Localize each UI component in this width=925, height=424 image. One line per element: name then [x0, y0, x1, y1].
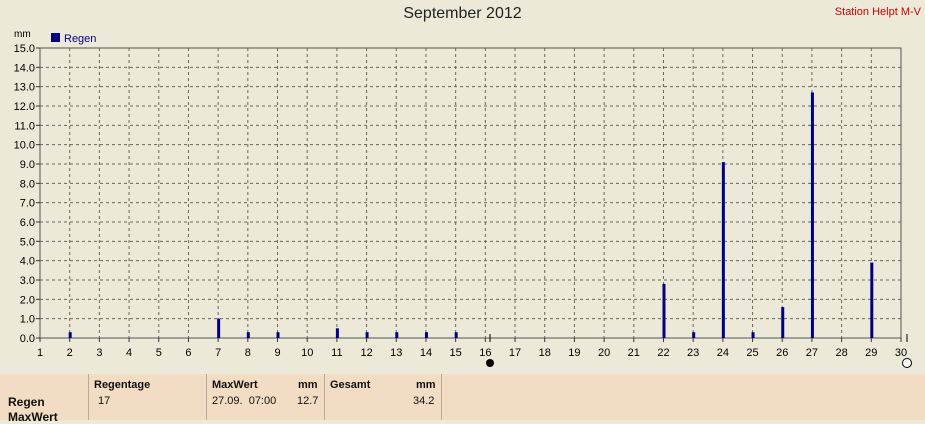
x-tick-label: 3 [96, 347, 102, 359]
y-tick-label: 9.0 [20, 159, 35, 171]
rain-bar [781, 307, 785, 338]
x-tick-label: 5 [156, 347, 162, 359]
row-label-regen: Regen [8, 395, 45, 409]
y-tick-label: 2.0 [20, 294, 35, 306]
x-tick-label: 24 [717, 347, 729, 359]
x-tick-label: 19 [568, 347, 580, 359]
row-label-maxwert: MaxWert [8, 410, 58, 424]
y-tick-label: 3.0 [20, 275, 35, 287]
y-tick-label: 10.0 [14, 140, 35, 152]
x-tick-label: 25 [746, 347, 758, 359]
y-tick-label: 1.0 [20, 314, 35, 326]
x-tick-label: 29 [865, 347, 877, 359]
maxwert-date: 27.09. 07:00 [212, 395, 277, 407]
x-tick-label: 2 [67, 347, 73, 359]
gesamt-unit: mm [416, 379, 436, 391]
col-separator [88, 374, 89, 420]
regentage-label: Regentage [94, 379, 151, 391]
y-axis-unit: mm [14, 29, 31, 40]
col-separator [441, 374, 442, 420]
gesamt-label: Gesamt [330, 379, 371, 391]
maxwert-label: MaxWert [212, 379, 258, 391]
x-tick-label: 1 [37, 347, 43, 359]
y-tick-label: 6.0 [20, 217, 35, 229]
x-tick-label: 7 [215, 347, 221, 359]
y-axis-ticks: 0.0 1.0 2.0 3.0 4.0 5.0 6.0 7.0 8.0 9.0 10.0 11.0 12… [14, 43, 35, 345]
maxwert-unit: mm [298, 379, 318, 391]
x-tick-label: 14 [420, 347, 432, 359]
x-tick-label: 26 [776, 347, 788, 359]
x-tick-label: 15 [450, 347, 462, 359]
chart-window: September 2012 Station Helpt M-V 0.0 1.0 2… [0, 0, 925, 424]
y-tick-label: 8.0 [20, 178, 35, 190]
rain-bar [662, 283, 666, 338]
x-tick-label: 9 [274, 347, 280, 359]
rain-bar [751, 332, 755, 338]
x-tick-label: 11 [331, 347, 342, 359]
rain-bar [692, 332, 696, 338]
plot-area [39, 47, 902, 339]
x-tick-label: 6 [185, 347, 191, 359]
y-tick-label: 11.0 [14, 120, 35, 132]
legend-swatch [51, 33, 60, 42]
rain-bar [68, 332, 72, 338]
rain-bar [454, 332, 458, 338]
y-tick-label: 4.0 [20, 256, 35, 268]
rain-bar [870, 262, 874, 338]
x-tick-label: 13 [390, 347, 402, 359]
maxwert-value: 12.7 [297, 395, 319, 407]
x-tick-label: 18 [539, 347, 551, 359]
col-separator [324, 374, 325, 420]
rain-bar [810, 92, 814, 338]
x-tick-label: 17 [509, 347, 521, 359]
y-tick-label: 12.0 [14, 101, 35, 113]
rain-bar [365, 332, 369, 338]
x-tick-label: 8 [245, 347, 251, 359]
legend-label: Regen [64, 33, 96, 45]
x-tick-label: 23 [687, 347, 699, 359]
summary-table: Regen MaxWert Regentage 17 MaxWert mm 27… [0, 370, 925, 424]
y-tick-label: 15.0 [14, 43, 35, 55]
x-tick-label: 20 [598, 347, 610, 359]
x-tick-label: 21 [628, 347, 640, 359]
y-tick-label: 0.0 [20, 333, 35, 345]
col-separator [206, 374, 207, 420]
rain-bar [335, 328, 339, 338]
x-tick-label: 22 [657, 347, 669, 359]
y-tick-label: 7.0 [20, 198, 35, 210]
rain-bar [424, 332, 428, 338]
x-tick-label: 4 [126, 347, 132, 359]
x-axis-ticks: 1 2 3 4 5 6 7 8 9 10 11 12 13 14 15 16 17 18 19 20 21 22 23 24 2… [37, 347, 907, 359]
x-tick-label: 28 [835, 347, 847, 359]
rain-bar [721, 162, 725, 338]
y-tick-label: 13.0 [14, 82, 35, 94]
x-tick-label: 10 [301, 347, 313, 359]
gesamt-value: 34.2 [413, 395, 435, 407]
x-tick-label: 30 [895, 347, 907, 359]
y-tick-label: 5.0 [20, 236, 35, 248]
rain-bar [217, 318, 221, 338]
y-tick-label: 14.0 [14, 62, 35, 74]
x-tick-label: 12 [360, 347, 372, 359]
regentage-value: 17 [98, 395, 111, 407]
rain-bar [276, 332, 280, 338]
x-tick-label: 16 [479, 347, 491, 359]
rain-chart: 0.01.02.03.04.05.06.07.08.09.010.011.012… [14, 29, 912, 368]
rain-bar [246, 332, 250, 338]
x-tick-label: 27 [806, 347, 818, 359]
rain-bar [395, 332, 399, 338]
